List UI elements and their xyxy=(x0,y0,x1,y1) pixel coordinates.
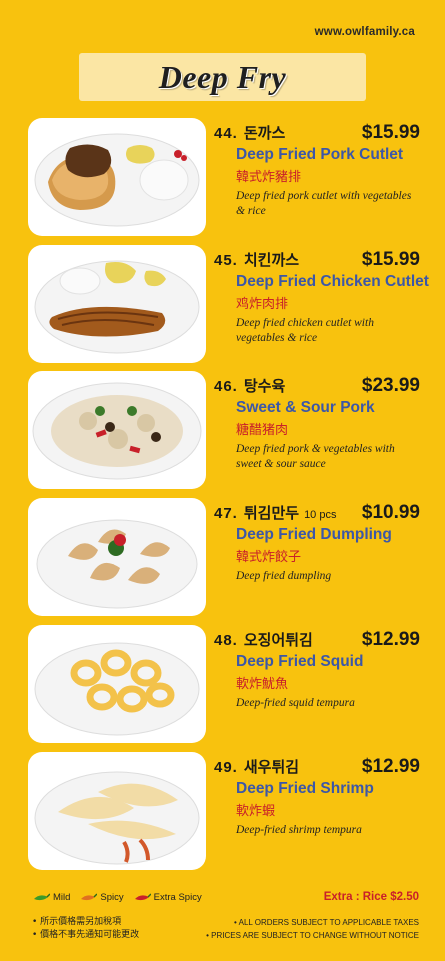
item-price: $15.99 xyxy=(361,122,420,143)
item-korean-name: 돈까스 xyxy=(243,124,286,142)
item-description: Deep fried dumpling xyxy=(236,570,332,582)
legend-mild-label: Mild xyxy=(53,892,71,903)
item-number: 49. xyxy=(214,759,238,776)
item-chinese-name: 軟炸魷魚 xyxy=(236,677,289,692)
mild-pepper-icon xyxy=(34,892,50,900)
item-english-name: Deep Fried Dumpling xyxy=(236,526,392,543)
item-description: Deep fried chicken cutlet with vegetable… xyxy=(236,317,374,344)
shrimp-photo xyxy=(28,752,206,870)
item-english-name: Deep Fried Squid xyxy=(236,653,364,670)
item-english-name: Deep Fried Chicken Cutlet xyxy=(236,273,429,290)
spice-legend: Mild Spicy Extra Spicy xyxy=(32,892,211,903)
menu-item-46[interactable]: 46. 탕수육 $23.99 Sweet & Sour Pork 糖醋猪肉 De… xyxy=(28,371,420,489)
item-chinese-name: 韓式炸餃子 xyxy=(236,550,302,565)
item-price: $12.99 xyxy=(361,756,420,777)
squid-photo xyxy=(28,625,206,743)
note-price-change-chinese: • 價格不事先通知可能更改 xyxy=(32,930,140,940)
menu-item-49[interactable]: 49. 새우튀김 $12.99 Deep Fried Shrimp 軟炸蝦 De… xyxy=(28,752,420,870)
item-number: 47. xyxy=(214,505,238,522)
item-number: 44. xyxy=(214,125,238,142)
legend-mild: Mild xyxy=(32,892,70,903)
item-description: Deep fried pork cutlet with vegetables &… xyxy=(236,190,412,217)
item-korean-name: 탕수육 xyxy=(243,377,286,395)
legend-spicy: Spicy xyxy=(79,892,124,903)
chicken-cutlet-photo xyxy=(28,245,206,363)
dumpling-photo xyxy=(28,498,206,616)
item-price: $23.99 xyxy=(361,375,420,396)
item-english-name: Deep Fried Shrimp xyxy=(236,780,374,797)
item-chinese-name: 糖醋猪肉 xyxy=(236,423,289,438)
item-chinese-name: 軟炸蝦 xyxy=(236,804,276,819)
menu-item-44[interactable]: 44. 돈까스 $15.99 Deep Fried Pork Cutlet 韓式… xyxy=(28,118,420,236)
item-korean-name: 튀김만두 xyxy=(243,504,300,522)
item-price: $10.99 xyxy=(361,502,420,523)
item-number: 46. xyxy=(214,378,238,395)
item-description: Deep-fried shrimp tempura xyxy=(236,824,362,836)
sweet-sour-pork-photo xyxy=(28,371,206,489)
item-korean-name: 치킨까스 xyxy=(243,251,300,269)
item-description: Deep-fried squid tempura xyxy=(236,697,355,709)
note-price-change-english: • PRICES ARE SUBJECT TO CHANGE WITHOUT N… xyxy=(206,931,419,940)
note-tax-chinese: • 所示價格需另加稅項 xyxy=(32,917,122,927)
item-korean-name: 새우튀김 xyxy=(243,758,300,776)
item-english-name: Deep Fried Pork Cutlet xyxy=(236,146,404,163)
section-title-banner: Deep Fry xyxy=(79,53,366,101)
item-korean-name: 오징어튀김 xyxy=(243,631,313,649)
item-chinese-name: 鸡炸肉排 xyxy=(236,297,289,312)
item-piece-count: 10 pcs xyxy=(304,509,337,521)
item-number: 48. xyxy=(214,632,238,649)
item-english-name: Sweet & Sour Pork xyxy=(236,399,375,416)
extra-rice-note: Extra : Rice $2.50 xyxy=(323,891,419,903)
extra-spicy-pepper-icon xyxy=(134,892,151,900)
website-url[interactable]: www.owlfamily.ca xyxy=(315,26,415,38)
spicy-pepper-icon xyxy=(81,892,98,900)
legend-extra-spicy-label: Extra Spicy xyxy=(153,892,202,903)
item-price: $15.99 xyxy=(361,249,420,270)
item-price: $12.99 xyxy=(361,629,420,650)
menu-item-45[interactable]: 45. 치킨까스 $15.99 Deep Fried Chicken Cutle… xyxy=(28,245,429,363)
notes-english: • ALL ORDERS SUBJECT TO APPLICABLE TAXES… xyxy=(206,916,419,942)
item-chinese-name: 韓式炸豬排 xyxy=(236,170,302,185)
menu-item-48[interactable]: 48. 오징어튀김 $12.99 Deep Fried Squid 軟炸魷魚 D… xyxy=(28,625,420,743)
legend-spicy-label: Spicy xyxy=(100,892,124,903)
note-tax-english: • ALL ORDERS SUBJECT TO APPLICABLE TAXES xyxy=(234,918,419,927)
notes-chinese: • 所示價格需另加稅項 • 價格不事先通知可能更改 xyxy=(32,916,139,942)
pork-cutlet-photo xyxy=(28,118,206,236)
menu-item-47[interactable]: 47. 튀김만두 10 pcs $10.99 Deep Fried Dumpli… xyxy=(28,498,420,616)
section-title: Deep Fry xyxy=(158,58,287,95)
item-description: Deep fried pork & vegetables with sweet … xyxy=(236,443,395,470)
legend-extra-spicy: Extra Spicy xyxy=(133,892,202,903)
item-number: 45. xyxy=(214,252,238,269)
